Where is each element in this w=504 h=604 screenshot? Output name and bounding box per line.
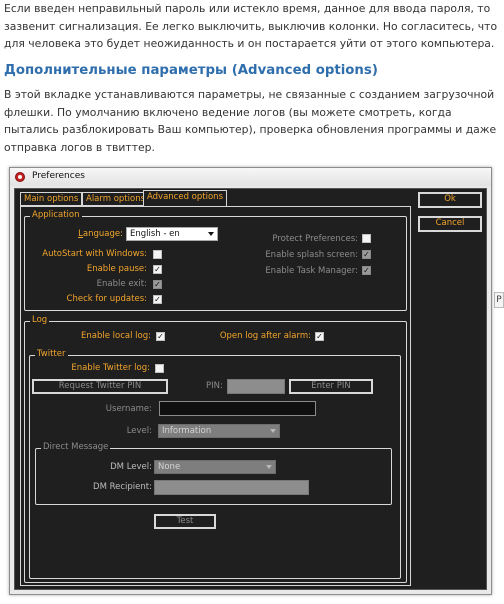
enter-pin-button[interactable]: Enter PIN	[289, 379, 373, 394]
check-updates-label: Check for updates:	[66, 294, 147, 304]
direct-message-group-title: Direct Message	[41, 442, 111, 452]
preferences-body: Main options Alarm options Advanced opti…	[14, 188, 487, 590]
section-heading: Дополнительные параметры (Advanced optio…	[4, 63, 378, 78]
protect-preferences-label: Protect Preferences:	[272, 234, 358, 244]
enable-pause-checkbox[interactable]: ✓	[153, 265, 162, 274]
enable-exit-checkbox: ✓	[153, 280, 162, 289]
application-group: Application Language: English - en AutoS…	[24, 210, 407, 311]
autostart-label: AutoStart with Windows:	[42, 249, 147, 259]
enable-exit-label: Enable exit:	[96, 279, 147, 289]
enable-twitter-log-checkbox[interactable]	[155, 364, 164, 373]
pin-label: PIN:	[206, 381, 223, 391]
check-updates-checkbox[interactable]: ✓	[153, 295, 162, 304]
dm-level-value: None	[158, 462, 181, 472]
window-title: Preferences	[32, 171, 85, 181]
chevron-down-icon	[270, 429, 276, 433]
dm-level-select[interactable]: None	[154, 460, 276, 474]
level-label: Level:	[126, 426, 152, 436]
log-group-title: Log	[30, 315, 50, 325]
chevron-down-icon	[208, 232, 214, 236]
cancel-button[interactable]: Cancel	[418, 216, 482, 232]
test-button[interactable]: Test	[154, 514, 216, 529]
task-manager-label: Enable Task Manager:	[265, 266, 358, 276]
request-twitter-pin-button[interactable]: Request Twitter PIN	[32, 379, 168, 394]
language-label: Language:	[78, 229, 123, 239]
language-select[interactable]: English - en	[126, 227, 218, 241]
enable-local-log-label: Enable local log:	[81, 331, 151, 341]
side-scroll-control[interactable]: P	[494, 292, 504, 308]
open-log-after-alarm-checkbox[interactable]: ✓	[315, 332, 324, 341]
dm-recipient-label: DM Recipient:	[93, 482, 152, 492]
twitter-group-title: Twitter	[35, 349, 68, 359]
enable-pause-label: Enable pause:	[86, 264, 147, 274]
splash-screen-label: Enable splash screen:	[265, 250, 358, 260]
dm-level-label: DM Level:	[110, 462, 152, 472]
pin-field[interactable]	[227, 379, 285, 394]
enable-twitter-log-label: Enable Twitter log:	[71, 363, 150, 373]
task-manager-checkbox: ✓	[362, 266, 371, 275]
log-group: Log Enable local log: ✓ Open log after a…	[24, 315, 407, 583]
advanced-options-pane: Application Language: English - en AutoS…	[20, 206, 411, 586]
tab-advanced-options[interactable]: Advanced options	[143, 190, 227, 207]
splash-screen-checkbox: ✓	[362, 250, 371, 259]
dm-recipient-field[interactable]	[154, 480, 309, 495]
window-titlebar[interactable]: Preferences	[10, 168, 491, 186]
tab-main-options[interactable]: Main options	[20, 192, 83, 206]
language-value: English - en	[130, 229, 180, 239]
autostart-checkbox[interactable]	[153, 250, 162, 259]
enable-local-log-checkbox[interactable]: ✓	[156, 332, 165, 341]
open-log-after-alarm-label: Open log after alarm:	[219, 331, 311, 341]
chevron-down-icon	[266, 465, 272, 469]
protect-preferences-checkbox[interactable]	[362, 234, 371, 243]
level-value: Information	[162, 426, 212, 436]
preferences-window: Preferences Main options Alarm options A…	[9, 167, 492, 595]
application-group-title: Application	[30, 210, 82, 220]
tab-alarm-options[interactable]: Alarm options	[82, 192, 150, 206]
twitter-group: Twitter Enable Twitter log: Request Twit…	[29, 349, 401, 579]
intro-paragraph: Если введен неправильный пароль или исте…	[4, 2, 498, 50]
direct-message-group: Direct Message DM Level: None DM Recipie…	[35, 442, 392, 505]
section-paragraph: В этой вкладке устанавливаются параметры…	[4, 88, 497, 154]
level-select[interactable]: Information	[158, 424, 280, 438]
username-label: Username:	[105, 404, 152, 414]
username-field[interactable]	[159, 401, 316, 416]
app-logo-icon	[15, 172, 25, 182]
ok-button[interactable]: Ok	[418, 192, 482, 208]
